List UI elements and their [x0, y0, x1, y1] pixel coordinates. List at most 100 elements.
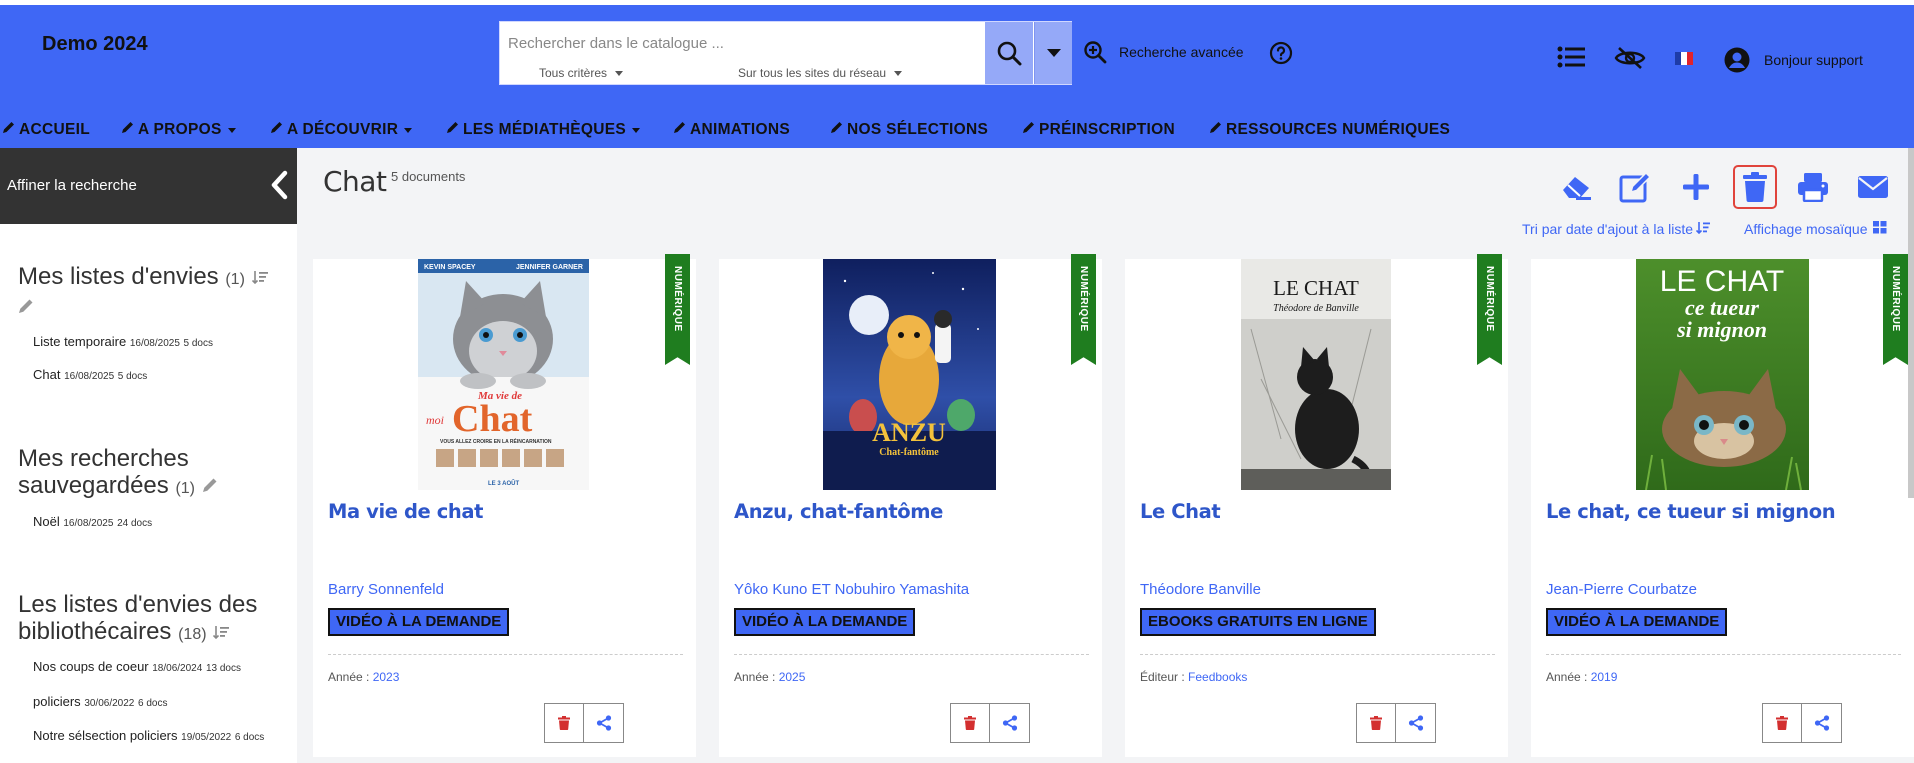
cover-author: Théodore de Banville — [1273, 303, 1359, 314]
language-selector[interactable] — [1675, 52, 1693, 65]
meta-value-link[interactable]: 2019 — [1591, 670, 1618, 684]
refine-search-toggle[interactable]: Affiner la recherche — [0, 148, 297, 224]
saved-search-item[interactable]: Noël 16/08/2025 24 docs — [33, 514, 152, 529]
print-button[interactable] — [1791, 165, 1835, 209]
wishlist-item[interactable]: Chat 16/08/2025 5 docs — [33, 367, 147, 382]
meta-label: Éditeur : — [1140, 670, 1189, 684]
add-document-button[interactable] — [1674, 165, 1718, 209]
french-flag-icon — [1675, 52, 1693, 65]
site-brand[interactable]: Demo 2024 — [42, 33, 148, 56]
edit-icon — [1619, 171, 1652, 203]
meta-value-link[interactable]: 2025 — [779, 670, 806, 684]
remove-document-button[interactable] — [1762, 703, 1802, 743]
author-link[interactable]: Barry Sonnenfeld — [328, 581, 444, 598]
category-badge[interactable]: EBOOKS GRATUITS EN LIGNE — [1140, 608, 1376, 636]
page-scrollbar[interactable] — [1908, 148, 1914, 498]
nav-item-preinscription[interactable]: PRÉINSCRIPTION — [1022, 121, 1175, 139]
cover-date: LE 3 AOÛT — [488, 480, 519, 487]
nav-item-animations[interactable]: ANIMATIONS — [673, 121, 790, 139]
document-title-link[interactable]: Le chat, ce tueur si mignon — [1546, 500, 1836, 523]
sort-by-date-button[interactable]: Tri par date d'ajout à la liste — [1522, 221, 1711, 237]
site-header: Demo 2024 Tous critères Sur tous les sit… — [0, 0, 1914, 148]
document-title-link[interactable]: Anzu, chat-fantôme — [734, 500, 943, 523]
advanced-search-link[interactable]: Recherche avancée — [1083, 40, 1244, 64]
share-button[interactable] — [990, 703, 1030, 743]
search-icon — [997, 41, 1022, 66]
meta-value-link[interactable]: Feedbooks — [1188, 670, 1247, 684]
librarian-list-item[interactable]: Notre sélsection policiers 19/05/2022 6 … — [33, 728, 264, 743]
nav-item-ressources-numeriques[interactable]: RESSOURCES NUMÉRIQUES — [1209, 121, 1450, 139]
saved-searches-heading: Mes recherches sauvegardées (1) — [18, 445, 218, 502]
share-button[interactable] — [1802, 703, 1842, 743]
search-input[interactable] — [508, 28, 978, 58]
cover-art: LE CHAT ce tueur si mignon — [1636, 259, 1809, 490]
card-actions — [544, 703, 624, 743]
search-button[interactable] — [985, 22, 1033, 84]
remove-document-button[interactable] — [950, 703, 990, 743]
author-link[interactable]: Jean-Pierre Courbatze — [1546, 581, 1697, 598]
sort-icon[interactable] — [251, 263, 268, 290]
remove-document-button[interactable] — [1356, 703, 1396, 743]
cover-image[interactable]: KEVIN SPACEY JENNIFER GARNER Ma vie de C… — [418, 259, 589, 490]
mosaic-display-button[interactable]: Affichage mosaïque — [1744, 221, 1887, 237]
pencil-icon — [2, 121, 15, 139]
meta-value-link[interactable]: 2023 — [373, 670, 400, 684]
librarian-list-doc-count: 13 docs — [205, 663, 241, 674]
list-view-button[interactable] — [1557, 45, 1585, 69]
nav-item-a-decouvrir[interactable]: A DÉCOUVRIR — [270, 121, 413, 139]
cover-big-title: ANZU — [872, 418, 946, 447]
zoom-in-icon — [1084, 41, 1107, 64]
saved-searches-title-line1: Mes recherches — [18, 445, 189, 472]
help-button[interactable] — [1269, 41, 1293, 65]
librarian-list-date: 18/06/2024 — [152, 663, 203, 674]
refine-search-label: Affiner la recherche — [7, 177, 137, 194]
nav-item-a-propos[interactable]: A PROPOS — [121, 121, 236, 139]
author-link[interactable]: Nobuhiro Yamashita — [835, 581, 970, 598]
category-badge[interactable]: VIDÉO À LA DEMANDE — [1546, 608, 1728, 636]
user-account-menu[interactable]: Bonjour support — [1724, 47, 1863, 73]
document-authors: Jean-Pierre Courbatze — [1546, 581, 1697, 598]
document-meta: Année : 2023 — [328, 670, 399, 684]
numerique-ribbon: NUMÉRIQUE — [1071, 254, 1096, 365]
librarian-list-item[interactable]: Nos coups de coeur 18/06/2024 13 docs — [33, 659, 241, 674]
wishlist-item[interactable]: Liste temporaire 16/08/2025 5 docs — [33, 334, 213, 349]
cover-image[interactable]: LE CHAT Théodore de Banville — [1241, 259, 1391, 490]
nav-item-accueil[interactable]: ACCUEIL — [2, 121, 90, 139]
share-button[interactable] — [1396, 703, 1436, 743]
librarian-list-doc-count: 6 docs — [234, 732, 265, 743]
librarian-list-doc-count: 6 docs — [138, 698, 168, 709]
delete-list-button[interactable] — [1733, 165, 1777, 209]
wishlist-date: 16/08/2025 — [64, 371, 115, 382]
cover-subtitle: Chat-fantôme — [879, 447, 939, 458]
cover-image[interactable]: ANZU Chat-fantôme — [823, 259, 996, 490]
list-title: Chat — [323, 165, 387, 198]
category-badge[interactable]: VIDÉO À LA DEMANDE — [328, 608, 510, 636]
librarian-list-name: policiers — [33, 694, 81, 709]
category-badge[interactable]: VIDÉO À LA DEMANDE — [734, 608, 916, 636]
nav-item-label: NOS SÉLECTIONS — [847, 121, 989, 138]
edit-list-button[interactable] — [1614, 165, 1658, 209]
sort-icon[interactable] — [213, 618, 230, 645]
clear-list-button[interactable] — [1554, 165, 1598, 209]
wishlist-name: Chat — [33, 367, 61, 382]
sites-filter-dropdown[interactable]: Sur tous les sites du réseau — [738, 66, 903, 80]
nav-item-nos-selections[interactable]: NOS SÉLECTIONS — [830, 121, 988, 139]
criteria-filter-dropdown[interactable]: Tous critères — [539, 66, 624, 80]
pencil-icon[interactable] — [202, 472, 218, 499]
accessibility-toggle[interactable] — [1614, 46, 1646, 70]
nav-item-les-mediatheques[interactable]: LES MÉDIATHÈQUES — [446, 121, 640, 139]
cover-image[interactable]: LE CHAT ce tueur si mignon — [1636, 259, 1809, 490]
document-title-link[interactable]: Ma vie de chat — [328, 500, 483, 523]
remove-document-button[interactable] — [544, 703, 584, 743]
author-link[interactable]: Théodore Banville — [1140, 581, 1261, 598]
search-options-button[interactable] — [1034, 22, 1072, 84]
edit-wishlists-button[interactable] — [18, 298, 34, 319]
email-button[interactable] — [1851, 165, 1895, 209]
saved-search-date: 16/08/2025 — [63, 518, 114, 529]
document-title-link[interactable]: Le Chat — [1140, 500, 1221, 523]
librarian-list-item[interactable]: policiers 30/06/2022 6 docs — [33, 694, 167, 709]
author-link[interactable]: Yôko Kuno — [734, 581, 807, 598]
share-button[interactable] — [584, 703, 624, 743]
librarian-list-date: 30/06/2022 — [84, 698, 135, 709]
help-icon — [1269, 41, 1293, 65]
